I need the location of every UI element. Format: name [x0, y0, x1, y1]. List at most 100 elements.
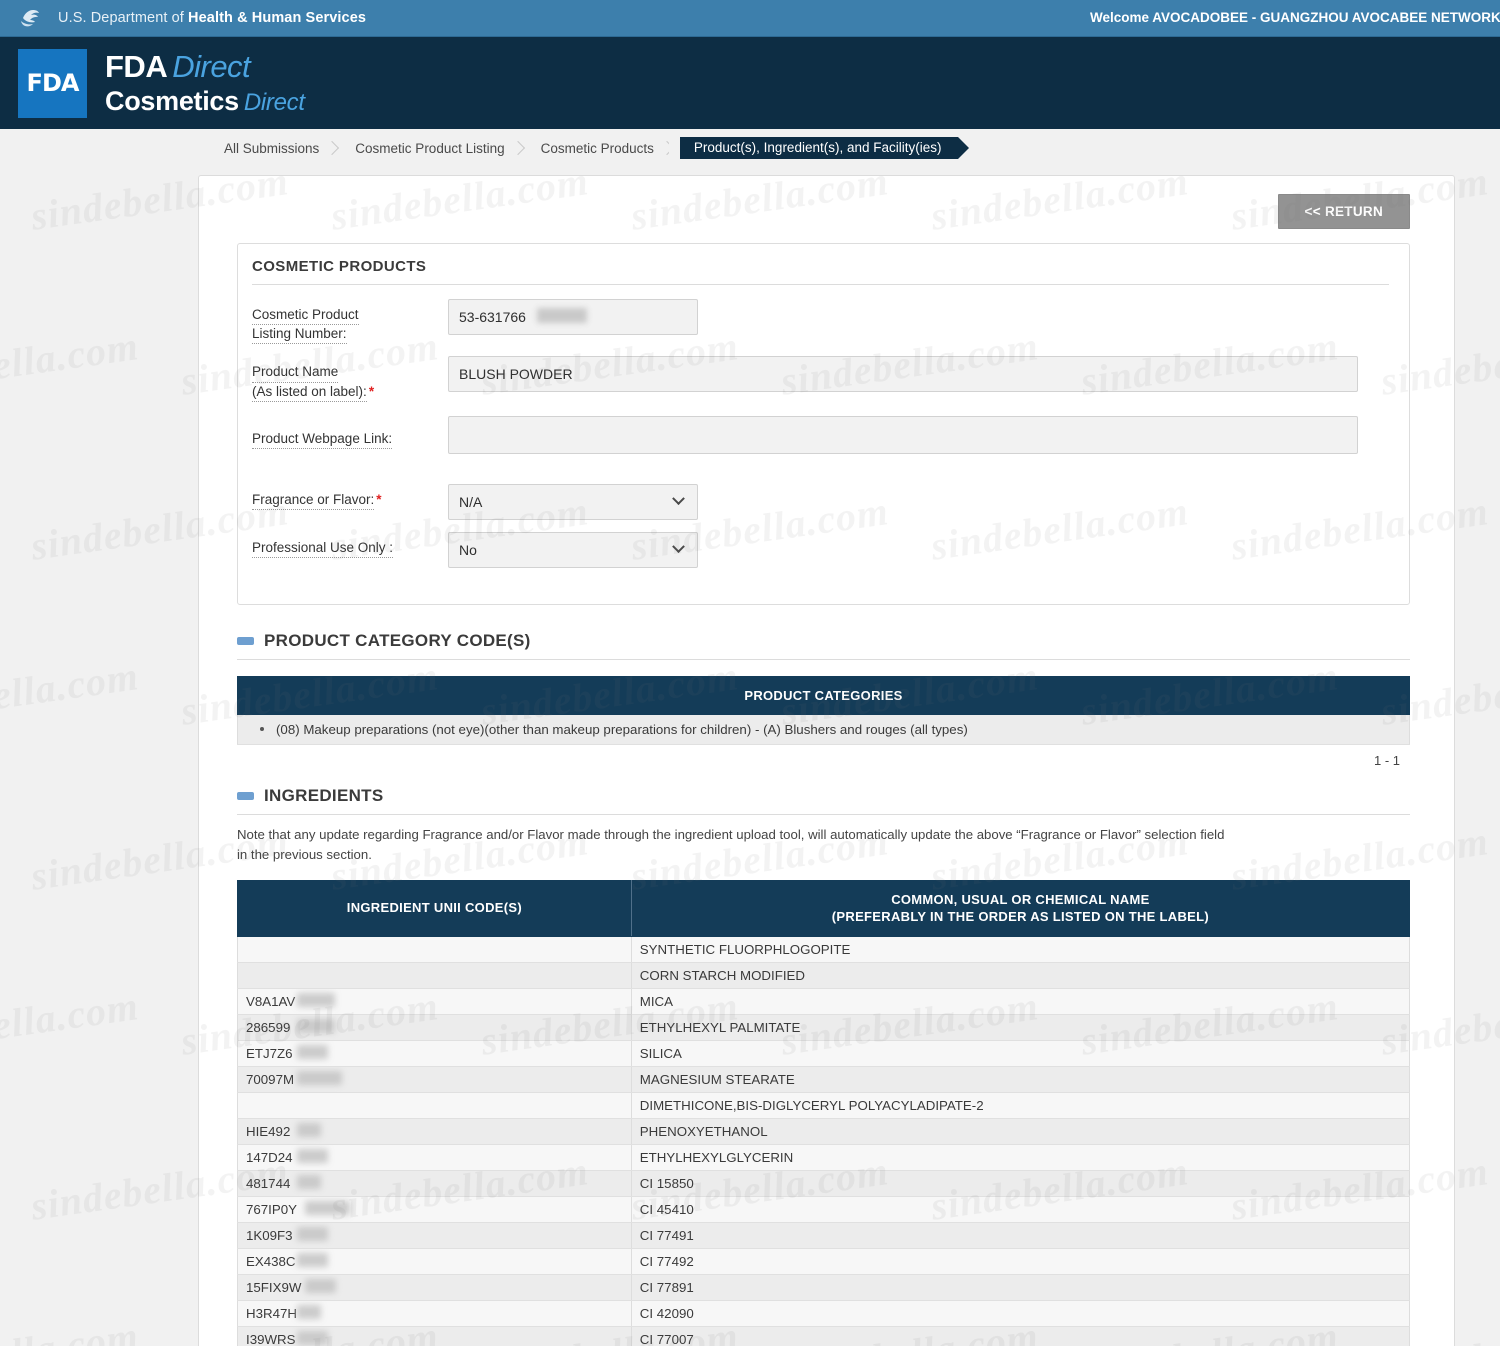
professional-use-only-select[interactable]: No: [448, 532, 698, 568]
product-categories-column-header: PRODUCT CATEGORIES: [238, 676, 1410, 715]
ingredient-unii-value: 1K09F3: [246, 1228, 293, 1243]
ingredient-name-cell: CI 15850: [631, 1170, 1409, 1196]
bullet-icon: [260, 727, 264, 731]
table-row[interactable]: DIMETHICONE,BIS-DIGLYCERYL POLYACYLADIPA…: [238, 1092, 1410, 1118]
table-row[interactable]: 286599ETHYLHEXYL PALMITATE: [238, 1014, 1410, 1040]
hhs-eagle-icon: [18, 5, 48, 31]
unii-redaction: [297, 1305, 321, 1319]
fragrance-or-flavor-label-text: Fragrance or Flavor:: [252, 491, 374, 510]
unii-redaction: [305, 1279, 336, 1293]
unii-redaction: [297, 1045, 328, 1059]
hhs-department-label: U.S. Department of Health & Human Servic…: [58, 10, 366, 26]
fragrance-or-flavor-select[interactable]: N/A: [448, 484, 698, 520]
ingredients-title: INGREDIENTS: [264, 786, 383, 806]
unii-redaction: [297, 1175, 321, 1189]
field-row-professional-use-only: Professional Use Only : No: [252, 532, 1389, 568]
table-row[interactable]: 1K09F3 CI 77491: [238, 1222, 1410, 1248]
table-header-row: INGREDIENT UNII CODE(S) COMMON, USUAL OR…: [238, 880, 1410, 936]
collapse-toggle-icon[interactable]: [237, 637, 254, 645]
ingredient-unii-value: ETJ7Z6: [246, 1046, 293, 1061]
table-row[interactable]: SYNTHETIC FLUORPHLOGOPITE: [238, 936, 1410, 962]
table-row[interactable]: CORN STARCH MODIFIED: [238, 962, 1410, 988]
table-row[interactable]: ETJ7Z6 SILICA: [238, 1040, 1410, 1066]
breadcrumb-item-cosmetic-products[interactable]: Cosmetic Products: [525, 141, 674, 156]
listing-number-redaction: [537, 308, 587, 323]
professional-use-only-label-text: Professional Use Only :: [252, 539, 393, 558]
ingredient-unii-cell: 147D24: [238, 1144, 632, 1170]
ingredient-name-cell: CI 77007: [631, 1326, 1409, 1346]
table-row[interactable]: EX438CCI 77492: [238, 1248, 1410, 1274]
ingredient-name-cell: CORN STARCH MODIFIED: [631, 962, 1409, 988]
product-name-input[interactable]: BLUSH POWDER: [448, 356, 1358, 392]
listing-number-value: 53-631766: [459, 309, 526, 325]
cosmetics-italic: Direct: [244, 89, 305, 116]
ingredient-unii-cell: 767IP0Y: [238, 1196, 632, 1222]
ingredient-unii-cell: ETJ7Z6: [238, 1040, 632, 1066]
ingredient-unii-value: 70097M: [246, 1072, 294, 1087]
product-categories-body: (08) Makeup preparations (not eye)(other…: [238, 715, 1410, 745]
table-row[interactable]: 767IP0YCI 45410: [238, 1196, 1410, 1222]
cosmetic-products-card: COSMETIC PRODUCTS Cosmetic Product Listi…: [237, 243, 1410, 605]
ingredient-unii-value: HIE492: [246, 1124, 290, 1139]
ingredient-unii-cell: H3R47H: [238, 1300, 632, 1326]
fragrance-or-flavor-label: Fragrance or Flavor:*: [252, 484, 448, 510]
table-row[interactable]: I39WRS CI 77007: [238, 1326, 1410, 1346]
hhs-top-bar: U.S. Department of Health & Human Servic…: [0, 0, 1500, 37]
ingredient-unii-cell: 1K09F3: [238, 1222, 632, 1248]
collapse-toggle-icon[interactable]: [237, 792, 254, 800]
ingredient-unii-cell: V8A1AV: [238, 988, 632, 1014]
breadcrumb-item-all-submissions[interactable]: All Submissions: [208, 141, 339, 156]
toolbar: << RETURN: [221, 194, 1432, 229]
listing-number-label-line2: Listing Number:: [252, 325, 347, 344]
product-categories-pager: 1 - 1: [237, 753, 1410, 768]
ingredient-unii-cell: HIE492: [238, 1118, 632, 1144]
ingredient-name-cell: MICA: [631, 988, 1409, 1014]
table-row[interactable]: (08) Makeup preparations (not eye)(other…: [238, 715, 1410, 745]
page-body: All Submissions Cosmetic Product Listing…: [0, 129, 1500, 1346]
table-row[interactable]: 147D24ETHYLHEXYLGLYCERIN: [238, 1144, 1410, 1170]
product-webpage-link-input[interactable]: [448, 416, 1358, 454]
ingredient-name-cell: MAGNESIUM STEARATE: [631, 1066, 1409, 1092]
product-category-cell: (08) Makeup preparations (not eye)(other…: [238, 715, 1410, 745]
chemical-name-header-line1: COMMON, USUAL OR CHEMICAL NAME: [891, 892, 1149, 907]
table-row[interactable]: 481744CI 15850: [238, 1170, 1410, 1196]
table-row[interactable]: 70097M MAGNESIUM STEARATE: [238, 1066, 1410, 1092]
ingredient-name-cell: ETHYLHEXYLGLYCERIN: [631, 1144, 1409, 1170]
listing-number-input[interactable]: 53-631766: [448, 299, 698, 335]
ingredient-name-cell: ETHYLHEXYL PALMITATE: [631, 1014, 1409, 1040]
ingredients-note-line2: in the previous section.: [237, 847, 372, 862]
table-row[interactable]: 15FIX9WCI 77891: [238, 1274, 1410, 1300]
product-name-label: Product Name (As listed on label):*: [252, 356, 448, 401]
unii-redaction: [297, 1253, 328, 1267]
field-row-product-webpage-link: Product Webpage Link:: [252, 416, 1389, 454]
ingredient-unii-cell: I39WRS: [238, 1326, 632, 1346]
ingredient-name-cell: SILICA: [631, 1040, 1409, 1066]
ingredient-unii-cell: [238, 936, 632, 962]
hhs-prefix: U.S. Department of: [58, 10, 188, 26]
product-name-label-line2: (As listed on label):: [252, 383, 367, 402]
ingredients-note-line1: Note that any update regarding Fragrance…: [237, 827, 1224, 842]
table-row[interactable]: H3R47HCI 42090: [238, 1300, 1410, 1326]
table-row[interactable]: V8A1AV MICA: [238, 988, 1410, 1014]
ingredient-name-cell: CI 77891: [631, 1274, 1409, 1300]
hhs-strong: Health & Human Services: [188, 10, 366, 26]
ingredient-name-cell: CI 45410: [631, 1196, 1409, 1222]
ingredient-unii-value: I39WRS: [246, 1332, 296, 1346]
unii-redaction: [297, 1149, 328, 1163]
breadcrumb-item-cosmetic-product-listing[interactable]: Cosmetic Product Listing: [339, 141, 524, 156]
return-button[interactable]: << RETURN: [1278, 194, 1410, 229]
product-webpage-link-label-text: Product Webpage Link:: [252, 430, 392, 449]
cosmetics-main: Cosmetics: [105, 86, 239, 116]
table-row[interactable]: HIE492PHENOXYETHANOL: [238, 1118, 1410, 1144]
fda-direct-italic: Direct: [172, 49, 250, 84]
ingredient-unii-cell: 15FIX9W: [238, 1274, 632, 1300]
ingredient-name-cell: CI 77492: [631, 1248, 1409, 1274]
professional-use-only-value: No: [459, 533, 477, 567]
listing-number-label: Cosmetic Product Listing Number:: [252, 299, 448, 344]
ingredient-name-cell: CI 77491: [631, 1222, 1409, 1248]
welcome-message: Welcome AVOCADOBEE - GUANGZHOU AVOCABEE …: [1090, 10, 1500, 25]
ingredient-name-cell: DIMETHICONE,BIS-DIGLYCERYL POLYACYLADIPA…: [631, 1092, 1409, 1118]
ingredients-section-header: INGREDIENTS: [237, 786, 1410, 815]
ingredient-unii-value: V8A1AV: [246, 994, 295, 1009]
breadcrumb-item-product-ingredient-facility[interactable]: Product(s), Ingredient(s), and Facility(…: [680, 137, 958, 159]
